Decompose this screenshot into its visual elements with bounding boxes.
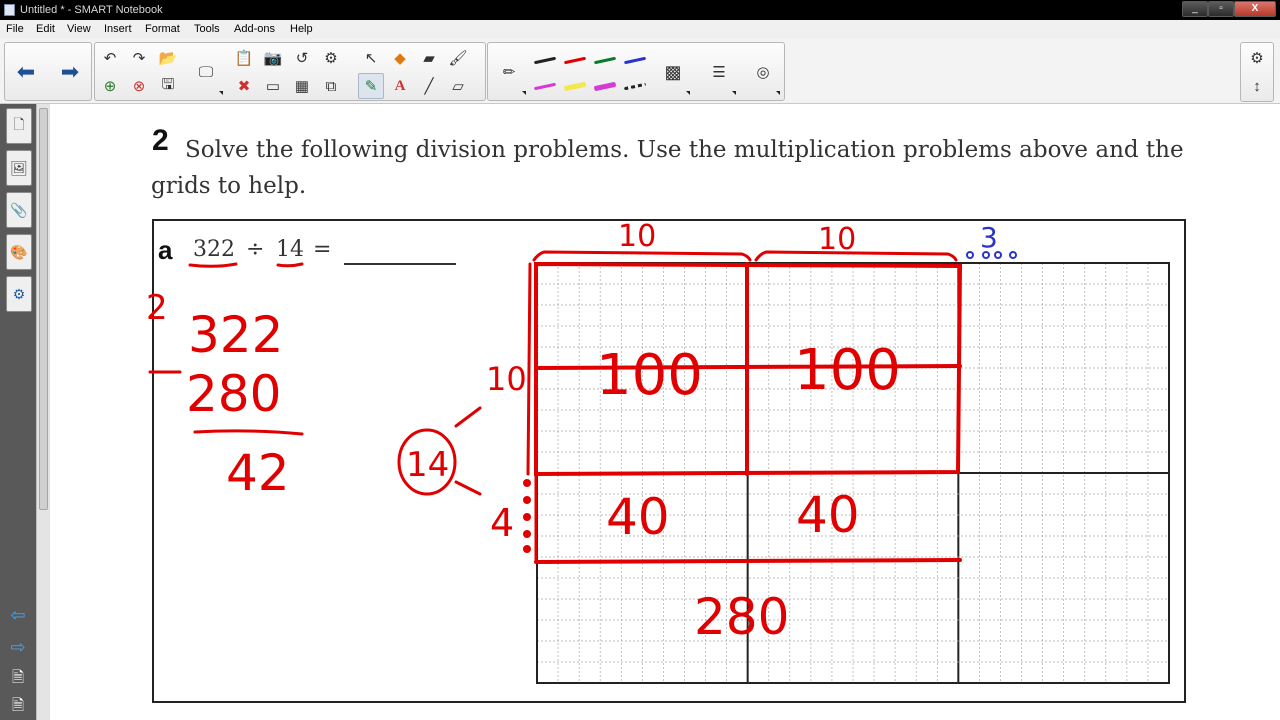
- creative-pen-icon[interactable]: ✏: [496, 59, 522, 85]
- smart-notebook-app-icon: [4, 4, 15, 16]
- line-tool-icon[interactable]: ╱: [416, 73, 442, 99]
- properties-icon[interactable]: ⚙: [318, 45, 344, 71]
- delete-icon[interactable]: ✖: [231, 73, 257, 99]
- navigation-group: ⬅ ➡: [4, 42, 92, 101]
- add-page-icon[interactable]: 🗎: [5, 666, 31, 692]
- toolbar-settings-group: ⚙ ↕: [1240, 42, 1274, 102]
- page-tools-group: ↶ ↷ 📂 ⊕ ⊗ 🖫 🖵 📋 📷 ↺ ⚙ ✖ ▭ ▦ ⧉ ↖ ◆ ▰ 🖌 ✎ …: [94, 42, 486, 101]
- text-tool-icon[interactable]: A: [387, 73, 413, 99]
- question-text-body: Solve the following division problems. U…: [151, 137, 1184, 199]
- highlighter-yellow[interactable]: [562, 73, 588, 99]
- select-pointer-icon[interactable]: ↖: [358, 45, 384, 71]
- move-toolbar-icon[interactable]: ↕: [1244, 73, 1270, 99]
- pen-color-green[interactable]: [592, 47, 618, 73]
- pen-color-black[interactable]: [532, 47, 558, 73]
- pen-color-blue[interactable]: [622, 47, 648, 73]
- delete-page-icon[interactable]: ⊗: [126, 73, 152, 99]
- paste-icon[interactable]: 📋: [231, 45, 257, 71]
- maximize-button[interactable]: ▫: [1208, 1, 1234, 17]
- shapes-icon[interactable]: ◆: [387, 45, 413, 71]
- prev-page-icon[interactable]: ⇦: [5, 602, 31, 628]
- full-screen-icon[interactable]: ⧉: [318, 73, 344, 99]
- whiteboard-page[interactable]: 2 Solve the following division problems.…: [50, 104, 1280, 720]
- fill-icon[interactable]: 🖌: [445, 45, 471, 71]
- page-sorter-icon[interactable]: 🗋: [6, 108, 32, 144]
- eraser-icon[interactable]: ▰: [416, 45, 442, 71]
- add-page-icon[interactable]: ⊕: [97, 73, 123, 99]
- pen-dropdown-caret[interactable]: [522, 91, 526, 95]
- pen-properties-group: ✏ ▩ ☰ ◎: [487, 42, 785, 101]
- main-toolbar: ⬅ ➡ ↶ ↷ 📂 ⊕ ⊗ 🖫 🖵 📋 📷 ↺ ⚙ ✖ ▭ ▦ ⧉ ↖ ◆ ▰ …: [0, 39, 1280, 104]
- answer-blank[interactable]: [344, 263, 456, 265]
- menu-tools[interactable]: Tools: [194, 20, 220, 39]
- window-title: Untitled * - SMART Notebook: [20, 4, 163, 16]
- menu-insert[interactable]: Insert: [104, 20, 132, 39]
- title-bar: Untitled * - SMART Notebook _ ▫ X: [0, 0, 1280, 20]
- menu-format[interactable]: Format: [145, 20, 180, 39]
- dividend: 322: [193, 237, 235, 262]
- menu-file[interactable]: File: [6, 20, 24, 39]
- save-icon[interactable]: 🖫: [155, 73, 181, 99]
- pens-icon[interactable]: ✎: [358, 73, 384, 99]
- equals-sign: =: [313, 237, 332, 262]
- line-style-icon[interactable]: ☰: [706, 59, 732, 85]
- question-text: Solve the following division problems. U…: [151, 132, 1211, 204]
- area-model-grid: [536, 262, 1170, 684]
- pen-color-red[interactable]: [562, 47, 588, 73]
- palette-dropdown-caret[interactable]: [686, 91, 690, 95]
- attachments-icon[interactable]: 📎: [6, 192, 32, 228]
- screen-shade-icon[interactable]: ▭: [260, 73, 286, 99]
- highlighter-magenta[interactable]: [592, 73, 618, 99]
- erase-icon[interactable]: ▱: [445, 73, 471, 99]
- close-button[interactable]: X: [1234, 1, 1276, 17]
- menu-view[interactable]: View: [67, 20, 91, 39]
- reset-page-icon[interactable]: ↺: [289, 45, 315, 71]
- minimize-button[interactable]: _: [1182, 1, 1208, 17]
- menu-add-ons[interactable]: Add-ons: [234, 20, 275, 39]
- undo-icon[interactable]: ↶: [97, 45, 123, 71]
- part-label: a: [158, 235, 173, 265]
- left-arrow-icon[interactable]: ⬅: [13, 59, 39, 85]
- screen-capture-icon[interactable]: 📷: [260, 45, 286, 71]
- pen-color-magenta[interactable]: [532, 73, 558, 99]
- text-tool-letter: A: [394, 77, 406, 94]
- open-folder-icon[interactable]: 📂: [155, 45, 181, 71]
- add-ons-icon[interactable]: ⚙: [6, 276, 32, 312]
- record-icon[interactable]: ◎: [750, 59, 776, 85]
- sidebar-scroll-thumb[interactable]: [39, 108, 48, 510]
- sidebar-splitter[interactable]: [36, 104, 50, 720]
- menu-bar: File Edit View Insert Format Tools Add-o…: [0, 20, 1280, 39]
- next-page-icon[interactable]: ⇨: [5, 634, 31, 660]
- record-dropdown-caret[interactable]: [776, 91, 780, 95]
- division-sign: ÷: [246, 237, 265, 262]
- color-palette-icon[interactable]: ▩: [660, 59, 686, 85]
- screen-dropdown-caret[interactable]: [219, 91, 223, 95]
- line-style-dropdown-caret[interactable]: [732, 91, 736, 95]
- pen-dashed-black[interactable]: [622, 73, 648, 99]
- gallery-icon[interactable]: 🖼: [6, 150, 32, 186]
- delete-page-icon[interactable]: 🗎: [5, 694, 31, 720]
- menu-edit[interactable]: Edit: [36, 20, 55, 39]
- screen-display-icon[interactable]: 🖵: [193, 59, 219, 85]
- divisor: 14: [276, 237, 304, 262]
- table-icon[interactable]: ▦: [289, 73, 315, 99]
- menu-help[interactable]: Help: [290, 20, 313, 39]
- redo-icon[interactable]: ↷: [126, 45, 152, 71]
- side-tabs: 🗋 🖼 📎 🎨 ⚙ ⇦ ⇨ 🗎 🗎: [0, 104, 36, 720]
- properties-icon[interactable]: 🎨: [6, 234, 32, 270]
- right-arrow-icon[interactable]: ➡: [57, 59, 83, 85]
- gear-icon[interactable]: ⚙: [1244, 45, 1270, 71]
